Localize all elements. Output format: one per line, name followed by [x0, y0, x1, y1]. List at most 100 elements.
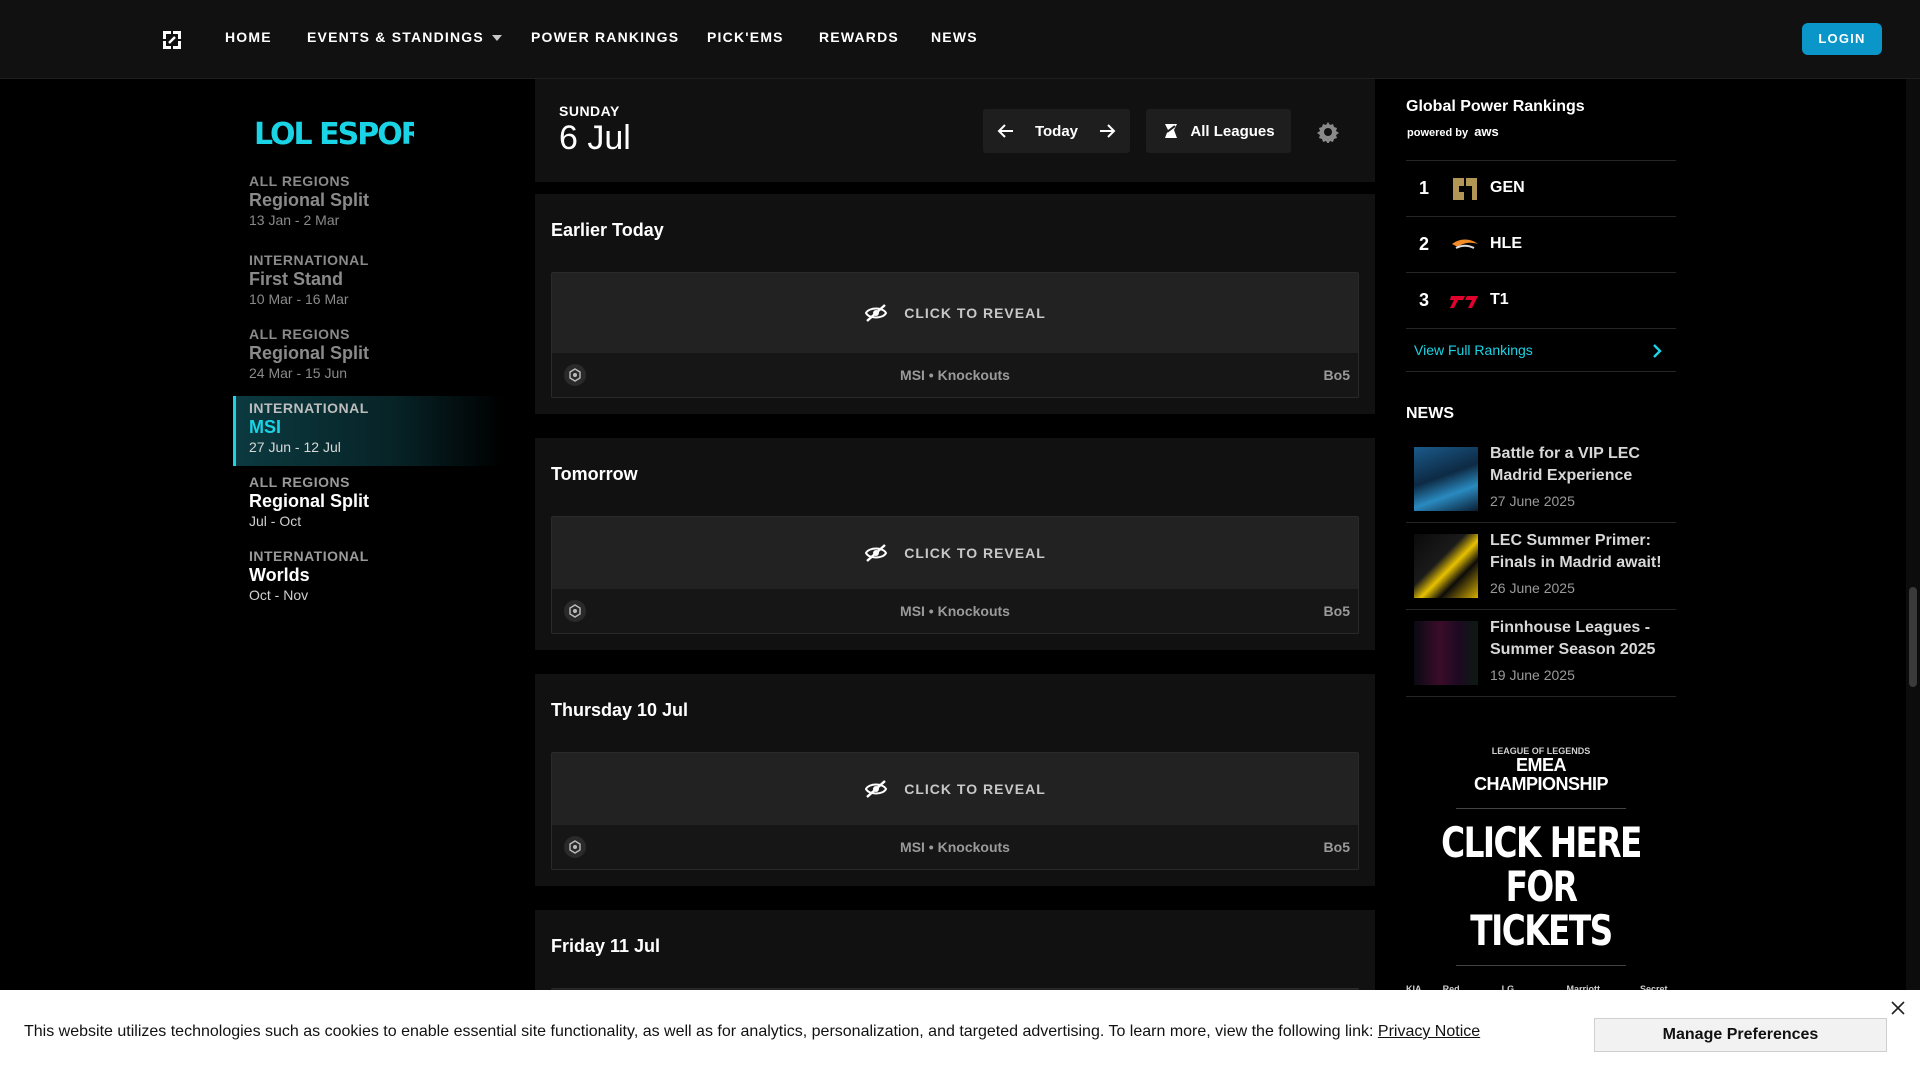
- close-icon[interactable]: [1890, 1000, 1906, 1016]
- all-leagues-label: All Leagues: [1190, 122, 1275, 140]
- rank-number: 1: [1419, 178, 1430, 198]
- day-heading: Thursday 10 Jul: [551, 700, 689, 720]
- match-card[interactable]: CLICK TO REVEAL MSI • Knockouts Bo5: [551, 272, 1359, 398]
- match-meta: MSI • Knockouts Bo5: [552, 589, 1358, 633]
- split-region: INTERNATIONAL: [249, 252, 369, 268]
- date-navigator: Today: [983, 109, 1130, 153]
- nav-events-label: EVENTS & STANDINGS: [307, 29, 484, 45]
- split-item-regional-split-1[interactable]: ALL REGIONS Regional Split 13 Jan - 2 Ma…: [233, 173, 503, 243]
- split-item-worlds[interactable]: INTERNATIONAL Worlds Oct - Nov: [233, 548, 503, 618]
- cookie-text: This website utilizes technologies such …: [24, 1023, 1480, 1041]
- reveal-label: CLICK TO REVEAL: [904, 781, 1046, 797]
- lol-esports-brand-logo[interactable]: LOL ESPORTS: [254, 116, 414, 148]
- split-dates: 24 Mar - 15 Jun: [249, 365, 348, 381]
- click-to-reveal-button[interactable]: CLICK TO REVEAL: [552, 273, 1358, 353]
- tickets-advertisement[interactable]: LEAGUE OF LEGENDS EMEA CHAMPIONSHIP CLIC…: [1406, 740, 1676, 1004]
- date-header: SUNDAY 6 Jul Today All Leagues: [535, 79, 1375, 182]
- arrow-right-icon[interactable]: [1098, 122, 1116, 140]
- t1-team-logo: [1450, 296, 1478, 308]
- page-scrollbar[interactable]: [1906, 79, 1920, 1080]
- day-block-earlier-today: Earlier Today CLICK TO REVEAL MSI • Knoc…: [535, 194, 1375, 414]
- match-card[interactable]: CLICK TO REVEAL MSI • Knockouts Bo5: [551, 516, 1359, 634]
- day-block-thursday: Thursday 10 Jul CLICK TO REVEAL MSI • Kn…: [535, 674, 1375, 886]
- eye-hidden-icon: [865, 304, 888, 322]
- login-button[interactable]: LOGIN: [1802, 23, 1882, 55]
- arrow-left-icon[interactable]: [997, 122, 1015, 140]
- split-name: Regional Split: [249, 343, 370, 363]
- news-heading: NEWS: [1406, 405, 1454, 422]
- split-dates: 27 Jun - 12 Jul: [249, 439, 341, 455]
- ranking-row-gen[interactable]: 1 GEN: [1406, 160, 1676, 216]
- reveal-label: CLICK TO REVEAL: [904, 545, 1046, 561]
- team-name: GEN: [1490, 179, 1525, 196]
- all-leagues-button[interactable]: All Leagues: [1146, 109, 1291, 153]
- day-heading: Friday 11 Jul: [551, 936, 661, 956]
- match-format: Bo5: [1323, 839, 1350, 855]
- match-meta: MSI • Knockouts Bo5: [552, 353, 1358, 397]
- gear-icon[interactable]: [1317, 121, 1339, 143]
- ranking-row-hle[interactable]: 2 HLE: [1406, 216, 1676, 272]
- news-date: 19 June 2025: [1490, 667, 1575, 683]
- match-format: Bo5: [1323, 367, 1350, 383]
- news-item[interactable]: Finnhouse Leagues - Summer Season 2025 1…: [1406, 611, 1676, 697]
- nav-news[interactable]: NEWS: [931, 29, 978, 45]
- news-item[interactable]: Battle for a VIP LEC Madrid Experience 2…: [1406, 437, 1676, 523]
- eye-hidden-icon: [865, 544, 888, 562]
- team-name: HLE: [1490, 235, 1522, 252]
- leagues-filter-icon: [1165, 124, 1178, 138]
- news-thumbnail: [1414, 534, 1478, 598]
- lol-esports-logo-icon[interactable]: [160, 28, 184, 52]
- privacy-notice-link[interactable]: Privacy Notice: [1378, 1023, 1480, 1040]
- split-name: MSI: [249, 417, 282, 437]
- chevron-right-icon: [1653, 344, 1662, 358]
- aws-logo: aws: [1474, 124, 1499, 139]
- news-item[interactable]: LEC Summer Primer: Finals in Madrid awai…: [1406, 524, 1676, 610]
- rank-number: 3: [1419, 290, 1430, 310]
- news-date: 27 June 2025: [1490, 493, 1575, 509]
- reveal-label: CLICK TO REVEAL: [904, 305, 1046, 321]
- day-label: SUNDAY: [559, 103, 620, 119]
- click-to-reveal-button[interactable]: CLICK TO REVEAL: [552, 517, 1358, 589]
- chevron-down-icon: [491, 35, 502, 42]
- split-region: INTERNATIONAL: [249, 400, 369, 416]
- ad-divider: [1456, 965, 1626, 966]
- ranking-row-t1[interactable]: 3 T1: [1406, 272, 1676, 328]
- news-date: 26 June 2025: [1490, 580, 1575, 596]
- split-dates: 10 Mar - 16 Mar: [249, 291, 349, 307]
- today-button[interactable]: Today: [1035, 123, 1078, 140]
- lec-logo-line: EMEA: [1515, 755, 1567, 775]
- nav-power-rankings[interactable]: POWER RANKINGS: [531, 29, 679, 45]
- split-region: ALL REGIONS: [249, 173, 350, 189]
- split-dates: Jul - Oct: [249, 513, 302, 529]
- lec-logo: LEAGUE OF LEGENDS EMEA CHAMPIONSHIP: [1406, 746, 1676, 794]
- match-title: MSI • Knockouts: [900, 367, 1010, 383]
- news-headline: LEC Summer Primer: Finals in Madrid awai…: [1490, 532, 1662, 571]
- split-name: First Stand: [249, 269, 344, 289]
- team-name: T1: [1490, 291, 1509, 308]
- manage-preferences-button[interactable]: Manage Preferences: [1594, 1018, 1887, 1052]
- hle-team-logo: [1452, 239, 1478, 249]
- news-headline: Finnhouse Leagues - Summer Season 2025: [1490, 619, 1656, 658]
- ad-cta-line: FOR TICKETS: [1470, 862, 1613, 955]
- nav-pickems[interactable]: PICK'EMS: [707, 29, 784, 45]
- view-full-rankings-link[interactable]: View Full Rankings: [1406, 328, 1676, 372]
- nav-rewards[interactable]: REWARDS: [819, 29, 899, 45]
- split-item-msi[interactable]: INTERNATIONAL MSI 27 Jun - 12 Jul: [233, 396, 503, 466]
- split-dates: 13 Jan - 2 Mar: [249, 212, 340, 228]
- split-region: ALL REGIONS: [249, 474, 350, 490]
- split-item-regional-split-2[interactable]: ALL REGIONS Regional Split 24 Mar - 15 J…: [233, 326, 503, 396]
- scrollbar-thumb[interactable]: [1909, 587, 1917, 687]
- day-heading: Tomorrow: [551, 464, 638, 484]
- nav-events-standings[interactable]: EVENTS & STANDINGS: [307, 29, 502, 45]
- powered-by: powered by aws: [1407, 124, 1499, 139]
- nav-home[interactable]: HOME: [225, 29, 272, 45]
- split-item-first-stand[interactable]: INTERNATIONAL First Stand 10 Mar - 16 Ma…: [233, 252, 503, 322]
- lec-logo-line: CHAMPIONSHIP: [1473, 774, 1609, 794]
- match-title: MSI • Knockouts: [900, 839, 1010, 855]
- split-item-regional-split-3[interactable]: ALL REGIONS Regional Split Jul - Oct: [233, 474, 503, 544]
- view-full-label: View Full Rankings: [1414, 342, 1533, 358]
- match-card[interactable]: CLICK TO REVEAL MSI • Knockouts Bo5: [551, 752, 1359, 870]
- rank-number: 2: [1419, 234, 1430, 254]
- click-to-reveal-button[interactable]: CLICK TO REVEAL: [552, 753, 1358, 825]
- split-region: INTERNATIONAL: [249, 548, 369, 564]
